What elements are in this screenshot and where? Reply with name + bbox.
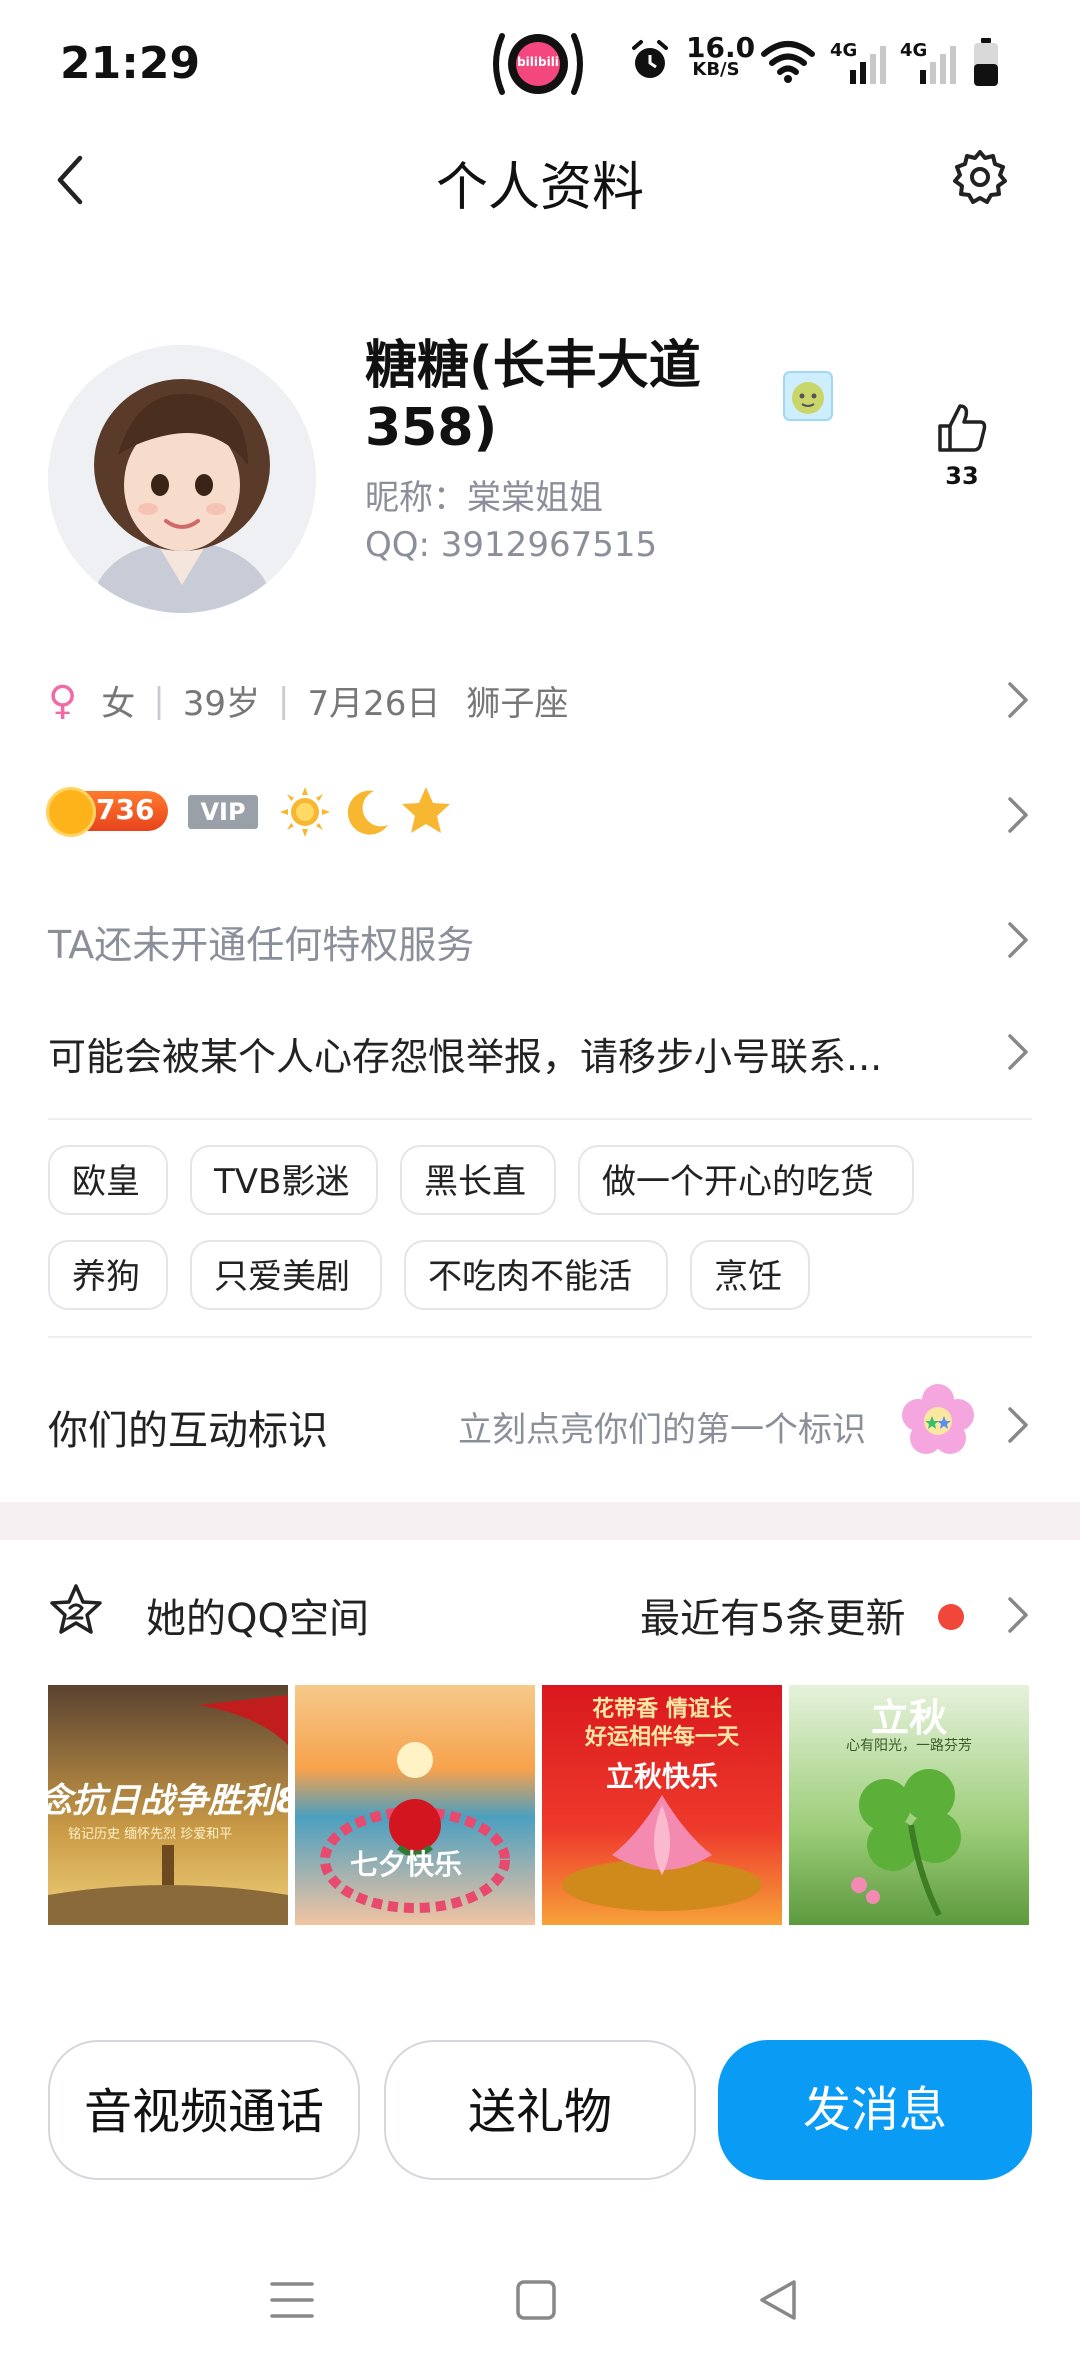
chevron-right-icon (1008, 797, 1028, 833)
qzone-thumbnail[interactable]: 七夕快乐 (295, 1685, 535, 1925)
thumbnail-caption: 立秋快乐 (605, 1760, 718, 1793)
chevron-right-icon (1008, 1407, 1028, 1443)
level-badge: 736 (46, 787, 168, 837)
system-nav-bar (0, 2230, 1080, 2375)
profile-qq[interactable]: QQ: 3912967515 (365, 525, 657, 565)
chevron-right-icon (1008, 922, 1028, 958)
tag-item[interactable]: 做一个开心的吃货 (578, 1145, 914, 1215)
thumbnail-caption: 念抗日战争胜利81周 (48, 1781, 288, 1821)
status-bar: 21:29 bilibili 16.0 KB/S 4G 4G (0, 0, 1080, 120)
red-dot-badge (938, 1604, 964, 1630)
section-separator (0, 1502, 1080, 1540)
status-time: 21:29 (60, 38, 201, 89)
back-nav-icon[interactable] (756, 2276, 800, 2324)
vip-badge: VIP (188, 795, 258, 829)
tag-item[interactable]: 不吃肉不能活 (404, 1240, 668, 1310)
star-icon (402, 787, 450, 833)
badge-row[interactable]: 736 VIP (46, 775, 1032, 855)
qzone-row[interactable]: 她的QQ空间 最近有5条更新 (48, 1570, 1032, 1660)
tag-item[interactable]: 烹饪 (690, 1240, 810, 1310)
privilege-row[interactable]: TA还未开通任何特权服务 (48, 900, 1032, 980)
sun-level-icon (46, 787, 96, 837)
interaction-row[interactable]: 你们的互动标识 立刻点亮你们的第一个标识 (48, 1380, 1032, 1470)
signal-1-icon: 4G (830, 40, 890, 86)
tag-item[interactable]: 养狗 (48, 1240, 168, 1310)
network-speed: 16.0 KB/S (686, 31, 756, 80)
network-speed-value: 16.0 (686, 31, 756, 64)
info-row[interactable]: ♀ 女 | 39岁 | 7月26日 狮子座 (48, 660, 1032, 740)
moon-icon (347, 790, 388, 835)
flower-icon (902, 1384, 974, 1454)
home-icon[interactable] (514, 2278, 558, 2322)
thumbnail-subcaption: 心有阳光，一路芬芳 (846, 1738, 972, 1754)
thumbs-up-icon (938, 404, 987, 452)
thumbnail-caption: 立秋 (870, 1696, 947, 1740)
qzone-thumbnail[interactable]: 念抗日战争胜利81周 铭记历史 缅怀先烈 珍爱和平 (48, 1685, 288, 1925)
profile-nickname: 昵称：棠棠姐姐 (365, 478, 603, 518)
bilibili-app-icon: bilibili (488, 28, 588, 100)
qzone-star-icon (50, 1584, 102, 1634)
interaction-hint: 立刻点亮你们的第一个标识 (458, 1410, 866, 1450)
menu-icon[interactable] (270, 2278, 314, 2322)
gender-text: 女 (101, 684, 136, 724)
send-message-button[interactable]: 发消息 (718, 2040, 1032, 2180)
like-button[interactable]: 33 (930, 400, 994, 500)
birthday-text: 7月26日 (307, 684, 441, 724)
age-text: 39岁 (182, 684, 261, 724)
chevron-right-icon (1008, 682, 1028, 718)
tag-item[interactable]: TVB影迷 (190, 1145, 378, 1215)
bilibili-label: bilibili (517, 55, 559, 69)
interaction-label: 你们的互动标识 (48, 1408, 328, 1454)
divider (48, 1118, 1032, 1120)
battery-icon (972, 38, 1000, 92)
signature-row[interactable]: 可能会被某个人心存怨恨举报，请移步小号联系... (48, 1012, 1032, 1092)
qzone-thumbnail[interactable]: 立秋 心有阳光，一路芬芳 (789, 1685, 1029, 1925)
chevron-right-icon (1008, 1597, 1028, 1633)
thumbnail-top-text-2: 好运相伴每一天 (584, 1725, 739, 1750)
emoji-badge-icon (780, 368, 836, 428)
tag-item[interactable]: 黑长直 (400, 1145, 556, 1215)
signal-2-icon: 4G (900, 40, 960, 86)
profile-name: 糖糖(长丰大道358) (365, 336, 701, 458)
tag-item[interactable]: 只爱美剧 (190, 1240, 382, 1310)
zodiac-text: 狮子座 (466, 684, 569, 724)
qzone-title: 她的QQ空间 (146, 1596, 369, 1642)
qzone-update: 最近有5条更新 (640, 1596, 906, 1642)
network-speed-unit: KB/S (692, 59, 740, 80)
send-gift-button[interactable]: 送礼物 (384, 2040, 696, 2180)
wifi-icon (760, 40, 816, 88)
avatar[interactable] (48, 345, 316, 613)
sun-icon (280, 787, 330, 837)
thumbnail-subcaption: 铭记历史 缅怀先烈 珍爱和平 (68, 1827, 233, 1842)
female-icon: ♀ (48, 677, 78, 724)
like-count: 33 (945, 462, 979, 490)
page-title: 个人资料 (435, 158, 644, 218)
video-call-button[interactable]: 音视频通话 (48, 2040, 360, 2180)
tag-item[interactable]: 欧皇 (48, 1145, 168, 1215)
divider (48, 1336, 1032, 1338)
signature-text: 可能会被某个人心存怨恨举报，请移步小号联系... (48, 1035, 883, 1079)
chevron-right-icon (1008, 1034, 1028, 1070)
privilege-text: TA还未开通任何特权服务 (48, 923, 475, 967)
level-number: 736 (96, 793, 155, 826)
qzone-thumbnail[interactable]: 花带香 情谊长 好运相伴每一天 立秋快乐 (542, 1685, 782, 1925)
alarm-icon (628, 38, 672, 86)
thumbnail-caption: 七夕快乐 (350, 1848, 463, 1881)
